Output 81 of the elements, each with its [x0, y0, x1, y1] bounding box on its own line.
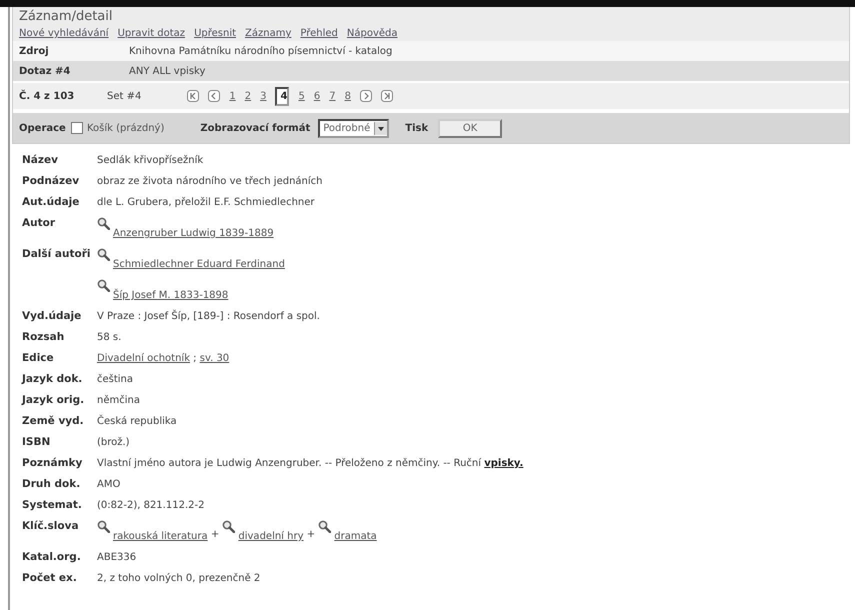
field-label: Země vyd.: [22, 415, 85, 428]
field-value: Sedlák křivopřísežník: [97, 154, 204, 167]
record-link[interactable]: vpisky.: [484, 458, 524, 469]
field-value: V Praze : Josef Šíp, [189-] : Rosendorf a spol.: [97, 310, 320, 323]
field-value: Vlastní jméno autora je Ludwig Anzengruber. -- Přeloženo z němčiny. -- Ruční vpisky.: [97, 457, 524, 470]
previous-page-icon[interactable]: [208, 90, 220, 102]
field-value: (brož.): [97, 436, 130, 449]
page-title: Záznam/detail: [19, 9, 112, 24]
first-page-icon[interactable]: [187, 90, 200, 102]
search-icon[interactable]: [97, 217, 110, 230]
next-page-icon[interactable]: [360, 90, 372, 102]
field-value: ANY ALL vpisky: [129, 66, 206, 76]
field-value: 58 s.: [97, 331, 122, 344]
field-value: 2, z toho volných 0, prezenčně 2: [97, 572, 260, 585]
field-label: Autor: [22, 217, 56, 230]
record-link[interactable]: sv. 30: [200, 353, 230, 364]
search-icon[interactable]: [97, 520, 110, 533]
field-label: ISBN: [22, 436, 52, 449]
field-label: Jazyk orig.: [22, 394, 86, 407]
page-link[interactable]: 6: [314, 90, 320, 102]
field-label: Počet ex.: [22, 572, 78, 585]
page-link[interactable]: 5: [298, 90, 305, 102]
field-value: Česká republika: [97, 415, 177, 428]
page-link[interactable]: 1: [229, 90, 236, 102]
search-icon[interactable]: [97, 279, 110, 292]
field-value: ABE336: [97, 551, 136, 564]
field-label: Edice: [22, 352, 55, 365]
search-link[interactable]: Schmiedlechner Eduard Ferdinand: [113, 259, 285, 270]
search-link[interactable]: divadelní hry: [238, 531, 304, 542]
field-label: Klíč.slova: [22, 520, 80, 533]
search-link[interactable]: rakouská literatura: [113, 531, 208, 542]
field-label: Název: [22, 154, 59, 167]
field-label: Druh dok.: [22, 478, 82, 491]
page-link[interactable]: 7: [329, 90, 336, 102]
page-link[interactable]: 3: [260, 90, 266, 102]
nav-link[interactable]: Přehled: [300, 28, 338, 39]
caret-icon: [374, 122, 388, 134]
format-select[interactable]: Podrobné: [318, 118, 390, 138]
field-value: (0:82-2), 821.112.2-2: [97, 499, 204, 512]
field-label: Systemat.: [22, 499, 83, 512]
field-value: dle L. Grubera, přeložil E.F. Schmiedlechner: [97, 196, 315, 209]
field-value: Divadelní ochotník ; sv. 30: [97, 352, 230, 365]
field-value: Knihovna Památníku národního písemnictví - katalog: [129, 46, 392, 56]
record-position: Č. 4 z 103: [19, 90, 76, 102]
field-label: Zobrazovací formát: [200, 122, 310, 134]
nav-link[interactable]: Záznamy: [245, 28, 292, 39]
nav-link[interactable]: Nápověda: [346, 28, 398, 39]
field-label: Dotaz #4: [19, 66, 72, 76]
field-label: Další autoři: [22, 248, 92, 261]
field-value: AMO: [97, 478, 120, 491]
field-label: Poznámky: [22, 457, 84, 470]
record-link[interactable]: Divadelní ochotník: [97, 353, 190, 364]
nav-link[interactable]: Upřesnit: [194, 28, 236, 39]
field-value: obraz ze života národního ve třech jednáních: [97, 175, 323, 188]
nav-link[interactable]: Nové vyhledávání: [19, 28, 109, 39]
field-label: Jazyk dok.: [22, 373, 84, 386]
search-link[interactable]: Šíp Josef M. 1833-1898: [113, 290, 228, 301]
field-label: Operace: [19, 122, 67, 134]
field-value: němčina: [97, 394, 140, 407]
last-page-icon[interactable]: [380, 90, 393, 102]
set-number: Set #4: [107, 90, 142, 102]
search-icon[interactable]: [222, 520, 236, 533]
search-link[interactable]: dramata: [334, 531, 377, 542]
page-link[interactable]: 4: [275, 86, 290, 106]
search-icon[interactable]: [97, 248, 110, 261]
checkbox-label: Košík (prázdný): [87, 122, 164, 134]
field-label: Katal.org.: [22, 551, 82, 564]
page-link[interactable]: 2: [244, 90, 252, 102]
search-icon[interactable]: [318, 520, 332, 533]
cart-checkbox[interactable]: [71, 122, 83, 134]
field-label: Aut.údaje: [22, 196, 80, 209]
field-label: Rozsah: [22, 331, 66, 344]
nav-link[interactable]: Upravit dotaz: [118, 28, 186, 39]
page-link[interactable]: 8: [344, 90, 351, 102]
field-label: Vyd.údaje: [22, 310, 82, 323]
field-label: Zdroj: [19, 46, 50, 56]
search-link[interactable]: Anzengruber Ludwig 1839-1889: [113, 228, 274, 239]
field-label: Tisk: [405, 122, 428, 134]
field-value: čeština: [97, 373, 134, 386]
field-label: Podnázev: [22, 175, 80, 188]
ok-button[interactable]: OK: [438, 118, 502, 138]
